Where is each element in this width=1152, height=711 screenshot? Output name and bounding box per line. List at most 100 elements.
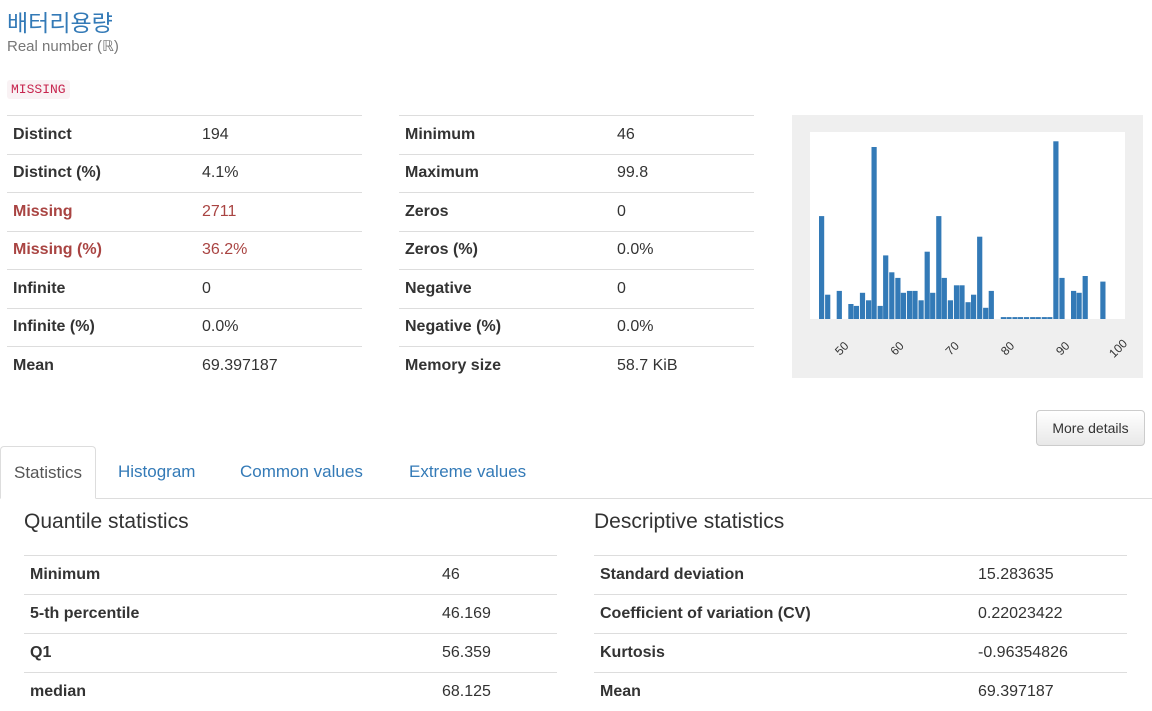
histogram-bar: [1047, 317, 1052, 319]
stat-value: 0.22023422: [972, 595, 1127, 634]
histogram-bar: [837, 291, 842, 319]
stat-label: Missing (%): [7, 231, 196, 270]
histogram-bar: [848, 304, 853, 319]
stat-label: Minimum: [24, 556, 436, 595]
stat-label: Infinite (%): [7, 308, 196, 347]
stat-value: 68.125: [436, 673, 557, 711]
histogram-bar: [919, 300, 924, 319]
overview-row: Negative (%)0.0%: [399, 308, 754, 347]
overview-row: Mean69.397187: [7, 347, 362, 385]
histogram-bar: [1001, 317, 1006, 319]
stat-label: 5-th percentile: [24, 595, 436, 634]
quantile-table: Minimum465-th percentile46.169Q156.359me…: [24, 555, 557, 711]
overview-table-right: Minimum46Maximum99.8Zeros0Zeros (%)0.0%N…: [399, 115, 754, 385]
quantile-row: 5-th percentile46.169: [24, 595, 557, 634]
stat-label: Q1: [24, 634, 436, 673]
stat-value: 0.0%: [611, 308, 754, 347]
histogram-bar: [1012, 317, 1017, 319]
overview-row: Negative0: [399, 270, 754, 309]
overview-row: Zeros (%)0.0%: [399, 231, 754, 270]
histogram-bar: [930, 293, 935, 319]
histogram-bar: [1036, 317, 1041, 319]
histogram-bar: [948, 300, 953, 319]
stat-label: Minimum: [399, 116, 611, 155]
overview-row: Distinct (%)4.1%: [7, 154, 362, 193]
histogram-bar: [1018, 317, 1023, 319]
quantile-row: median68.125: [24, 673, 557, 711]
tab-common-values[interactable]: Common values: [240, 446, 363, 497]
histogram-bar: [819, 216, 824, 319]
stat-value: 36.2%: [196, 231, 362, 270]
stat-label: median: [24, 673, 436, 711]
stat-label: Missing: [7, 193, 196, 232]
x-tick-label: 80: [998, 339, 1018, 359]
histogram-bar: [854, 306, 859, 319]
histogram-bar: [1071, 291, 1076, 319]
histogram-bar: [883, 255, 888, 319]
histogram-bar: [878, 306, 883, 319]
stat-label: Zeros (%): [399, 231, 611, 270]
histogram-bar: [954, 285, 959, 319]
x-tick-label: 50: [832, 339, 852, 359]
stat-value: 194: [196, 116, 362, 155]
stat-value: -0.96354826: [972, 634, 1127, 673]
stat-label: Memory size: [399, 347, 611, 385]
x-tick-label: 70: [943, 339, 963, 359]
stat-value: 2711: [196, 193, 362, 232]
stat-label: Zeros: [399, 193, 611, 232]
x-tick-label: 90: [1053, 339, 1073, 359]
histogram-bar: [1059, 278, 1064, 319]
tab-histogram[interactable]: Histogram: [118, 446, 195, 497]
overview-row: Zeros0: [399, 193, 754, 232]
histogram-bar: [1024, 317, 1029, 319]
stat-value: 0: [196, 270, 362, 309]
stat-value: 0.0%: [611, 231, 754, 270]
tab-statistics[interactable]: Statistics: [0, 446, 96, 499]
histogram-bar: [989, 291, 994, 319]
histogram-bar: [1083, 276, 1088, 319]
stat-label: Distinct: [7, 116, 196, 155]
descriptive-heading: Descriptive statistics: [594, 510, 784, 534]
descriptive-row: Coefficient of variation (CV)0.22023422: [594, 595, 1127, 634]
histogram-bar: [971, 295, 976, 319]
histogram-bar: [907, 291, 912, 319]
stat-label: Negative: [399, 270, 611, 309]
stat-value: 0.0%: [196, 308, 362, 347]
overview-row: Maximum99.8: [399, 154, 754, 193]
stat-value: 56.359: [436, 634, 557, 673]
descriptive-table: Standard deviation15.283635Coefficient o…: [594, 555, 1127, 711]
stat-value: 15.283635: [972, 556, 1127, 595]
mini-histogram[interactable]: 5060708090100: [792, 115, 1143, 378]
overview-row: Infinite0: [7, 270, 362, 309]
histogram-bar: [1006, 317, 1011, 319]
stat-value: 46: [436, 556, 557, 595]
histogram-bar: [966, 302, 971, 319]
overview-row: Minimum46: [399, 116, 754, 155]
stat-label: Distinct (%): [7, 154, 196, 193]
x-tick-label: 60: [887, 339, 907, 359]
more-details-button[interactable]: More details: [1036, 410, 1145, 446]
overview-table-left: Distinct194Distinct (%)4.1%Missing2711Mi…: [7, 115, 362, 385]
stat-label: Standard deviation: [594, 556, 972, 595]
histogram-bar: [983, 308, 988, 319]
overview-row: Missing (%)36.2%: [7, 231, 362, 270]
overview-row: Memory size58.7 KiB: [399, 347, 754, 385]
quantile-row: Q156.359: [24, 634, 557, 673]
histogram-bar: [889, 272, 894, 319]
histogram-bar: [872, 147, 877, 319]
histogram-bar: [912, 291, 917, 319]
stat-label: Maximum: [399, 154, 611, 193]
detail-tabs: Statistics Histogram Common values Extre…: [0, 446, 1152, 499]
stat-value: 69.397187: [972, 673, 1127, 711]
histogram-bar: [895, 278, 900, 319]
descriptive-row: Mean69.397187: [594, 673, 1127, 711]
stat-value: 0: [611, 193, 754, 232]
tab-extreme-values[interactable]: Extreme values: [409, 446, 526, 497]
histogram-bar: [977, 237, 982, 319]
overview-row: Infinite (%)0.0%: [7, 308, 362, 347]
missing-badge: MISSING: [7, 80, 70, 99]
histogram-bar: [860, 293, 865, 319]
histogram-bar: [959, 285, 964, 319]
stat-label: Kurtosis: [594, 634, 972, 673]
quantile-row: Minimum46: [24, 556, 557, 595]
